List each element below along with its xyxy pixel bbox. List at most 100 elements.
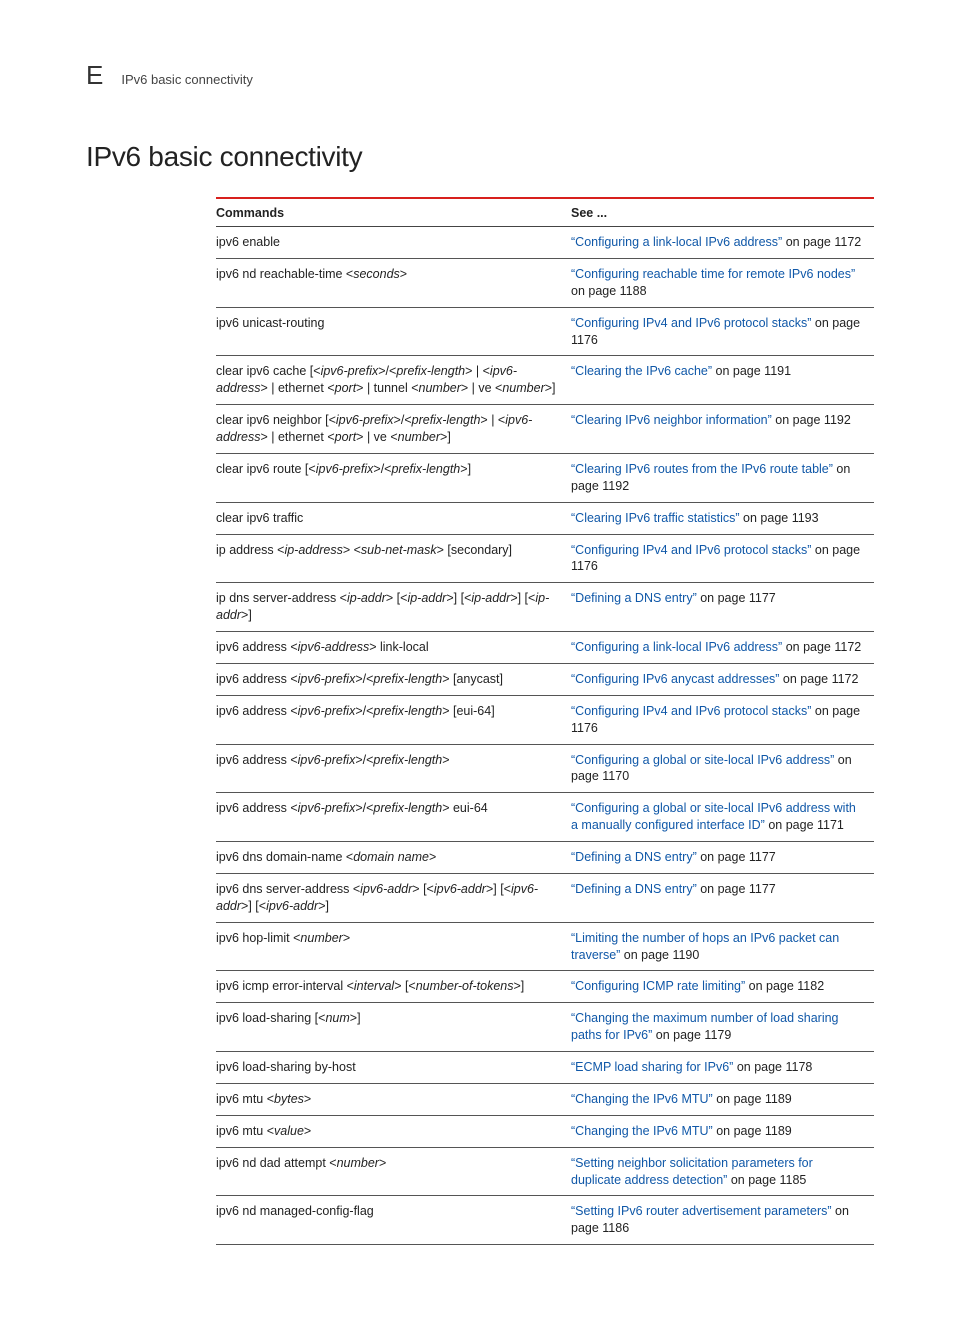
table-row: ipv6 address <ipv6-prefix>/<prefix-lengt… (216, 793, 874, 842)
command-cell: ipv6 icmp error-interval <interval> [<nu… (216, 971, 571, 1003)
cross-reference-link[interactable]: “Setting IPv6 router advertisement param… (571, 1204, 832, 1218)
command-variable: seconds (353, 267, 400, 281)
cross-reference-link[interactable]: “Defining a DNS entry” (571, 591, 697, 605)
command-variable: bytes (274, 1092, 304, 1106)
command-variable: prefix-length (373, 672, 442, 686)
cross-reference-link[interactable]: “Configuring reachable time for remote I… (571, 267, 855, 281)
command-cell: clear ipv6 route [<ipv6-prefix>/<prefix-… (216, 453, 571, 502)
cross-reference-link[interactable]: “Configuring a link-local IPv6 address” (571, 235, 782, 249)
cross-reference-link[interactable]: “Configuring IPv4 and IPv6 protocol stac… (571, 704, 811, 718)
command-variable: prefix-length (373, 753, 442, 767)
table-row: ipv6 mtu <bytes>“Changing the IPv6 MTU” … (216, 1083, 874, 1115)
cross-reference-link[interactable]: “Configuring IPv6 anycast addresses” (571, 672, 779, 686)
cross-reference-link[interactable]: “Changing the IPv6 MTU” (571, 1124, 713, 1138)
command-variable: prefix-length (412, 413, 481, 427)
cross-reference-link[interactable]: “Changing the IPv6 MTU” (571, 1092, 713, 1106)
col-header-see: See ... (571, 198, 874, 227)
command-variable: prefix-length (373, 704, 442, 718)
cross-reference-link[interactable]: “Configuring a global or site-local IPv6… (571, 753, 834, 767)
command-cell: clear ipv6 cache [<ipv6-prefix>/<prefix-… (216, 356, 571, 405)
command-variable: port (335, 381, 357, 395)
command-variable: ipv6-addr (434, 882, 486, 896)
command-variable: ipv6-prefix (336, 413, 394, 427)
command-variable: prefix-length (391, 462, 460, 476)
table-row: ipv6 mtu <value>“Changing the IPv6 MTU” … (216, 1115, 874, 1147)
command-table: Commands See ... ipv6 enable“Configuring… (216, 197, 874, 1245)
cross-reference-link[interactable]: “Setting neighbor solicitation parameter… (571, 1156, 813, 1187)
command-cell: ip address <ip-address> <sub-net-mask> [… (216, 534, 571, 583)
table-row: clear ipv6 route [<ipv6-prefix>/<prefix-… (216, 453, 874, 502)
cross-reference-link[interactable]: “Defining a DNS entry” (571, 850, 697, 864)
table-row: ipv6 icmp error-interval <interval> [<nu… (216, 971, 874, 1003)
command-variable: sub-net-mask (361, 543, 437, 557)
command-variable: ipv6-prefix (316, 462, 374, 476)
see-cell: “Configuring a link-local IPv6 address” … (571, 632, 874, 664)
running-header: E IPv6 basic connectivity (86, 60, 874, 91)
command-variable: ip-addr (471, 591, 510, 605)
table-row: clear ipv6 traffic“Clearing IPv6 traffic… (216, 502, 874, 534)
cross-reference-link[interactable]: “Configuring ICMP rate limiting” (571, 979, 745, 993)
command-cell: ipv6 address <ipv6-prefix>/<prefix-lengt… (216, 695, 571, 744)
command-variable: ipv6-addr (266, 899, 318, 913)
cross-reference-link[interactable]: “Clearing IPv6 traffic statistics” (571, 511, 740, 525)
header-subtitle: IPv6 basic connectivity (121, 72, 253, 87)
command-variable: ipv6-prefix (298, 753, 356, 767)
command-cell: ipv6 load-sharing [<num>] (216, 1003, 571, 1052)
command-cell: ipv6 hop-limit <number> (216, 922, 571, 971)
see-cell: “Defining a DNS entry” on page 1177 (571, 842, 874, 874)
command-variable: number (398, 430, 440, 444)
cross-reference-link[interactable]: “Configuring IPv4 and IPv6 protocol stac… (571, 316, 811, 330)
see-cell: “Changing the maximum number of load sha… (571, 1003, 874, 1052)
command-variable: number (419, 381, 461, 395)
table-row: ipv6 unicast-routing“Configuring IPv4 an… (216, 307, 874, 356)
command-variable: ipv6-addr (360, 882, 412, 896)
table-row: ipv6 nd reachable-time <seconds>“Configu… (216, 258, 874, 307)
cross-reference-link[interactable]: “Clearing IPv6 routes from the IPv6 rout… (571, 462, 833, 476)
command-cell: clear ipv6 neighbor [<ipv6-prefix>/<pref… (216, 405, 571, 454)
command-variable: interval (354, 979, 394, 993)
cross-reference-link[interactable]: “Limiting the number of hops an IPv6 pac… (571, 931, 839, 962)
command-table-wrap: Commands See ... ipv6 enable“Configuring… (216, 197, 874, 1245)
command-variable: prefix-length (396, 364, 465, 378)
command-cell: ipv6 load-sharing by-host (216, 1052, 571, 1084)
command-variable: prefix-length (373, 801, 442, 815)
see-cell: “Defining a DNS entry” on page 1177 (571, 583, 874, 632)
page-title: IPv6 basic connectivity (86, 141, 874, 173)
command-variable: ip-addr (347, 591, 386, 605)
table-row: ipv6 address <ipv6-prefix>/<prefix-lengt… (216, 663, 874, 695)
cross-reference-link[interactable]: “Defining a DNS entry” (571, 882, 697, 896)
cross-reference-link[interactable]: “Changing the maximum number of load sha… (571, 1011, 839, 1042)
command-cell: ipv6 mtu <value> (216, 1115, 571, 1147)
table-row: clear ipv6 cache [<ipv6-prefix>/<prefix-… (216, 356, 874, 405)
see-cell: “Setting neighbor solicitation parameter… (571, 1147, 874, 1196)
command-variable: ip-address (284, 543, 342, 557)
table-row: ipv6 dns domain-name <domain name>“Defin… (216, 842, 874, 874)
command-cell: clear ipv6 traffic (216, 502, 571, 534)
see-cell: “Setting IPv6 router advertisement param… (571, 1196, 874, 1245)
see-cell: “ECMP load sharing for IPv6” on page 117… (571, 1052, 874, 1084)
table-row: ipv6 address <ipv6-prefix>/<prefix-lengt… (216, 744, 874, 793)
cross-reference-link[interactable]: “ECMP load sharing for IPv6” (571, 1060, 733, 1074)
command-variable: number (337, 1156, 379, 1170)
command-variable: ipv6-prefix (298, 801, 356, 815)
command-cell: ipv6 dns server-address <ipv6-addr> [<ip… (216, 873, 571, 922)
command-cell: ipv6 address <ipv6-address> link-local (216, 632, 571, 664)
cross-reference-link[interactable]: “Clearing the IPv6 cache” (571, 364, 712, 378)
command-cell: ip dns server-address <ip-addr> [<ip-add… (216, 583, 571, 632)
cross-reference-link[interactable]: “Configuring a link-local IPv6 address” (571, 640, 782, 654)
appendix-letter: E (86, 60, 103, 91)
command-cell: ipv6 address <ipv6-prefix>/<prefix-lengt… (216, 793, 571, 842)
see-cell: “Clearing IPv6 routes from the IPv6 rout… (571, 453, 874, 502)
table-row: ipv6 load-sharing [<num>]“Changing the m… (216, 1003, 874, 1052)
table-row: ipv6 nd dad attempt <number>“Setting nei… (216, 1147, 874, 1196)
command-variable: ipv6-prefix (298, 672, 356, 686)
table-row: ipv6 nd managed-config-flag“Setting IPv6… (216, 1196, 874, 1245)
cross-reference-link[interactable]: “Clearing IPv6 neighbor information” (571, 413, 772, 427)
command-cell: ipv6 enable (216, 227, 571, 259)
cross-reference-link[interactable]: “Configuring a global or site-local IPv6… (571, 801, 856, 832)
cross-reference-link[interactable]: “Configuring IPv4 and IPv6 protocol stac… (571, 543, 811, 557)
see-cell: “Limiting the number of hops an IPv6 pac… (571, 922, 874, 971)
command-cell: ipv6 unicast-routing (216, 307, 571, 356)
command-variable: ip-addr (407, 591, 446, 605)
table-row: ipv6 enable“Configuring a link-local IPv… (216, 227, 874, 259)
